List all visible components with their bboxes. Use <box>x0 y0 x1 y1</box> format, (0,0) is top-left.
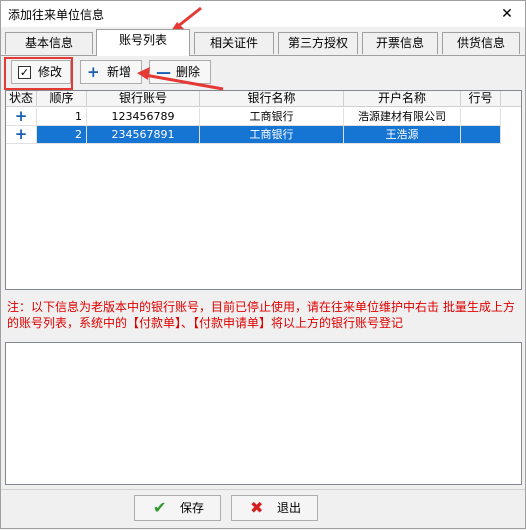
col-code[interactable]: 行号 <box>461 91 501 107</box>
tab-third-party-auth[interactable]: 第三方授权 <box>278 32 358 54</box>
row-holder: 浩源建材有限公司 <box>344 108 461 126</box>
save-button[interactable]: ✔ 保存 <box>134 495 221 521</box>
account-grid: 状态 顺序 银行账号 银行名称 开户名称 行号 + 1 123456789 工商… <box>5 90 522 290</box>
table-row[interactable]: + 1 123456789 工商银行 浩源建材有限公司 <box>6 108 521 126</box>
row-order: 2 <box>37 126 87 144</box>
highlight-box <box>4 57 73 90</box>
check-icon: ✔ <box>153 498 167 517</box>
add-label: 新增 <box>107 65 132 79</box>
x-icon: ✖ <box>250 498 264 517</box>
row-order: 1 <box>37 108 87 126</box>
legacy-account-pane[interactable] <box>5 342 522 485</box>
tab-strip: 基本信息 账号列表 相关证件 第三方授权 开票信息 供货信息 <box>1 29 525 56</box>
row-status-icon: + <box>6 108 37 126</box>
title-bar: 添加往来单位信息 ✕ <box>1 1 525 27</box>
window-title: 添加往来单位信息 <box>8 8 105 22</box>
row-account: 234567891 <box>87 126 200 144</box>
row-status-icon: + <box>6 126 37 144</box>
col-holder[interactable]: 开户名称 <box>344 91 461 107</box>
row-code <box>461 126 501 144</box>
tab-divider <box>1 55 525 56</box>
row-account: 123456789 <box>87 108 200 126</box>
footer-divider <box>1 489 525 490</box>
col-account[interactable]: 银行账号 <box>87 91 200 107</box>
dialog-window: 添加往来单位信息 ✕ 基本信息 账号列表 相关证件 第三方授权 开票信息 供货信… <box>0 0 526 529</box>
tab-invoice-info[interactable]: 开票信息 <box>362 32 438 54</box>
close-icon[interactable]: ✕ <box>497 4 517 24</box>
row-code <box>461 108 501 126</box>
legacy-note: 注：以下信息为老版本中的银行账号，目前已停止使用，请在往来单位维护中右击 批量生… <box>7 300 515 330</box>
tab-basic-info[interactable]: 基本信息 <box>5 32 93 54</box>
table-row[interactable]: + 2 234567891 工商银行 王浩源 <box>6 126 521 144</box>
tab-account-list[interactable]: 账号列表 <box>96 29 190 56</box>
row-bank: 工商银行 <box>200 108 344 126</box>
minus-icon: — <box>156 63 171 81</box>
row-holder: 王浩源 <box>344 126 461 144</box>
row-bank: 工商银行 <box>200 126 344 144</box>
toolbar: ✓ 修改 + 新增 — 删除 <box>3 58 523 88</box>
save-label: 保存 <box>180 501 205 515</box>
exit-label: 退出 <box>277 501 302 515</box>
col-status[interactable]: 状态 <box>6 91 37 107</box>
exit-button[interactable]: ✖ 退出 <box>231 495 318 521</box>
grid-header: 状态 顺序 银行账号 银行名称 开户名称 行号 <box>6 91 521 107</box>
col-bank[interactable]: 银行名称 <box>200 91 344 107</box>
tab-certificates[interactable]: 相关证件 <box>194 32 274 54</box>
add-button[interactable]: + 新增 <box>80 60 142 84</box>
delete-label: 删除 <box>176 65 201 79</box>
delete-button[interactable]: — 删除 <box>149 60 211 84</box>
col-order[interactable]: 顺序 <box>37 91 87 107</box>
tab-supply-info[interactable]: 供货信息 <box>442 32 520 54</box>
plus-icon: + <box>87 63 100 81</box>
